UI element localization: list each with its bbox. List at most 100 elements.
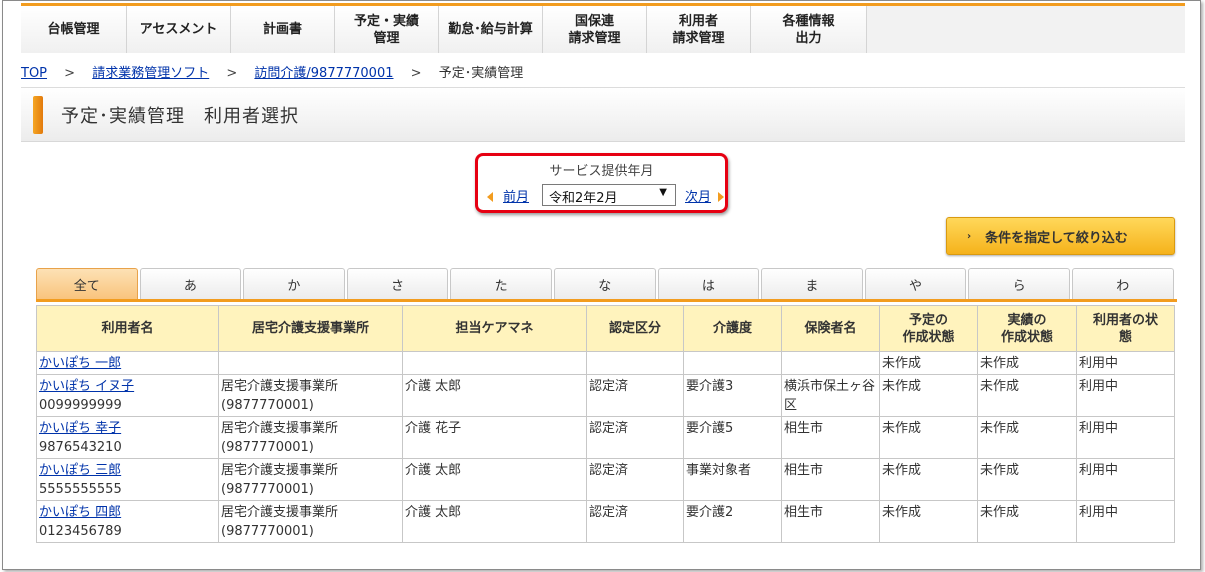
table-row[interactable]: かいぽち 幸子 9876543210 居宅介護支援事業所 (9877770001) 介護… [36, 416, 1175, 459]
insurer-cell: 相生市 [781, 500, 880, 543]
title-accent-bar [33, 96, 43, 134]
breadcrumb-office-link[interactable]: 訪問介護/9877770001 [254, 66, 393, 81]
tab-3[interactable]: さ [346, 268, 449, 299]
nav-ledger[interactable]: 台帳管理 [21, 6, 127, 53]
tab-10[interactable]: わ [1072, 268, 1174, 299]
table-row[interactable]: かいぽち 四郎 0123456789 居宅介護支援事業所 (9877770001) 介護… [36, 500, 1175, 543]
next-arrow-icon[interactable] [718, 192, 724, 202]
certification-cell: 認定済 [586, 374, 684, 417]
user-id: 0123456789 [39, 524, 122, 539]
nav-plan-doc[interactable]: 計画書 [231, 6, 335, 53]
certification-cell: 認定済 [586, 500, 684, 543]
user-name-link[interactable]: かいぽち 幸子 [39, 421, 121, 436]
tab-5[interactable]: な [554, 268, 656, 299]
user-name-link[interactable]: かいぽち 三郎 [39, 463, 121, 478]
plan-status-cell: 未作成 [879, 374, 978, 417]
page-title: 予定･実績管理 利用者選択 [61, 106, 299, 127]
breadcrumb-top-link[interactable]: TOP [21, 66, 47, 81]
tab-2[interactable]: か [243, 268, 345, 299]
user-status-cell: 利用中 [1076, 458, 1175, 501]
care-office-number: (9877770001) [221, 398, 314, 413]
care-manager-cell: 介護 花子 [402, 416, 587, 459]
month-label: サービス提供年月 [549, 164, 654, 179]
user-name-link[interactable]: かいぽち 四郎 [39, 505, 121, 520]
tab-0[interactable]: 全て [36, 268, 138, 299]
column-header: 予定の 作成状態 [879, 305, 978, 352]
actual-status-cell: 未作成 [977, 416, 1077, 459]
care-office-number: (9877770001) [221, 524, 314, 539]
table-row[interactable]: かいぽち イヌ子 0099999999 居宅介護支援事業所 (9877770001) 介… [36, 374, 1175, 417]
user-name-cell: かいぽち イヌ子 0099999999 [36, 374, 219, 417]
care-office-name: 居宅介護支援事業所 [221, 463, 339, 478]
care-office-cell: 居宅介護支援事業所 (9877770001) [218, 458, 403, 501]
column-header: 担当ケアマネ [402, 305, 587, 352]
user-id: 5555555555 [39, 482, 122, 497]
user-name-link[interactable]: かいぽち 一郎 [39, 356, 121, 371]
top-navigation: 台帳管理 アセスメント 計画書 予定・実績 管理 勤怠･給与計算 国保連 請求管理 利用者 … [21, 3, 1185, 53]
next-month-link[interactable]: 次月 [685, 186, 711, 205]
breadcrumb-current: 予定･実績管理 [438, 66, 524, 81]
certification-cell: 認定済 [586, 458, 684, 501]
app-window: 台帳管理 アセスメント 計画書 予定・実績 管理 勤怠･給与計算 国保連 請求管理 利用者 … [2, 0, 1201, 570]
prev-arrow-icon[interactable] [487, 192, 493, 202]
plan-status-cell: 未作成 [879, 351, 978, 375]
care-manager-cell: 介護 太郎 [402, 374, 587, 417]
insurer-cell: 相生市 [781, 458, 880, 501]
tab-9[interactable]: ら [968, 268, 1070, 299]
actual-status-cell: 未作成 [977, 458, 1077, 501]
user-name-link[interactable]: かいぽち イヌ子 [39, 379, 134, 394]
care-level-cell: 事業対象者 [683, 458, 782, 501]
care-office-cell: 居宅介護支援事業所 (9877770001) [218, 374, 403, 417]
nav-attendance-payroll[interactable]: 勤怠･給与計算 [439, 6, 543, 53]
month-select[interactable]: 令和2年2月 ▼ [542, 184, 676, 206]
breadcrumb-billing-link[interactable]: 請求業務管理ソフト [92, 66, 209, 81]
breadcrumb-separator: > [410, 66, 422, 81]
care-manager-cell [402, 351, 587, 375]
table-row[interactable]: かいぽち 一郎 未作成 未作成 利用中 [36, 351, 1175, 375]
tab-6[interactable]: は [657, 268, 760, 299]
tab-7[interactable]: ま [761, 268, 863, 299]
column-header: 利用者の状 態 [1076, 305, 1175, 352]
plan-status-cell: 未作成 [879, 500, 978, 543]
tab-underline [36, 299, 1177, 302]
chevron-down-icon: ▼ [659, 187, 667, 198]
chevron-right-icon: › [967, 230, 972, 242]
care-office-cell: 居宅介護支援事業所 (9877770001) [218, 500, 403, 543]
care-office-number: (9877770001) [221, 440, 314, 455]
column-header: 介護度 [683, 305, 782, 352]
month-selector: サービス提供年月 前月 令和2年2月 ▼ 次月 [475, 153, 728, 213]
care-office-name: 居宅介護支援事業所 [221, 505, 339, 520]
care-level-cell: 要介護2 [683, 500, 782, 543]
nav-kokuho-billing[interactable]: 国保連 請求管理 [543, 6, 647, 53]
kana-tabs: 全てあかさたなはまやらわ [36, 268, 1176, 299]
column-header: 実績の 作成状態 [977, 305, 1077, 352]
nav-assessment[interactable]: アセスメント [127, 6, 231, 53]
user-status-cell: 利用中 [1076, 351, 1175, 375]
filter-conditions-button[interactable]: › 条件を指定して絞り込む [946, 217, 1175, 255]
insurer-cell [781, 351, 880, 375]
actual-status-cell: 未作成 [977, 374, 1077, 417]
care-manager-cell: 介護 太郎 [402, 458, 587, 501]
tab-4[interactable]: た [450, 268, 552, 299]
page-title-bar: 予定･実績管理 利用者選択 [21, 88, 1185, 142]
insurer-cell: 相生市 [781, 416, 880, 459]
tab-8[interactable]: や [864, 268, 967, 299]
column-header: 認定区分 [586, 305, 684, 352]
nav-schedule-actual[interactable]: 予定・実績 管理 [335, 6, 439, 53]
care-office-cell [218, 351, 403, 375]
user-name-cell: かいぽち 四郎 0123456789 [36, 500, 219, 543]
certification-cell: 認定済 [586, 416, 684, 459]
table-row[interactable]: かいぽち 三郎 5555555555 居宅介護支援事業所 (9877770001) 介護… [36, 458, 1175, 501]
nav-user-billing[interactable]: 利用者 請求管理 [647, 6, 751, 53]
user-name-cell: かいぽち 一郎 [36, 351, 219, 375]
tab-1[interactable]: あ [139, 268, 242, 299]
prev-month-link[interactable]: 前月 [503, 186, 529, 205]
column-header: 利用者名 [36, 305, 219, 352]
certification-cell [586, 351, 684, 375]
care-level-cell: 要介護3 [683, 374, 782, 417]
nav-info-output[interactable]: 各種情報 出力 [751, 6, 867, 53]
table-header-row: 利用者名 居宅介護支援事業所 担当ケアマネ 認定区分 介護度 保険者名 予定の 作成状態 実績… [36, 305, 1175, 352]
user-name-cell: かいぽち 三郎 5555555555 [36, 458, 219, 501]
care-level-cell [683, 351, 782, 375]
nav-filler [867, 6, 1185, 53]
